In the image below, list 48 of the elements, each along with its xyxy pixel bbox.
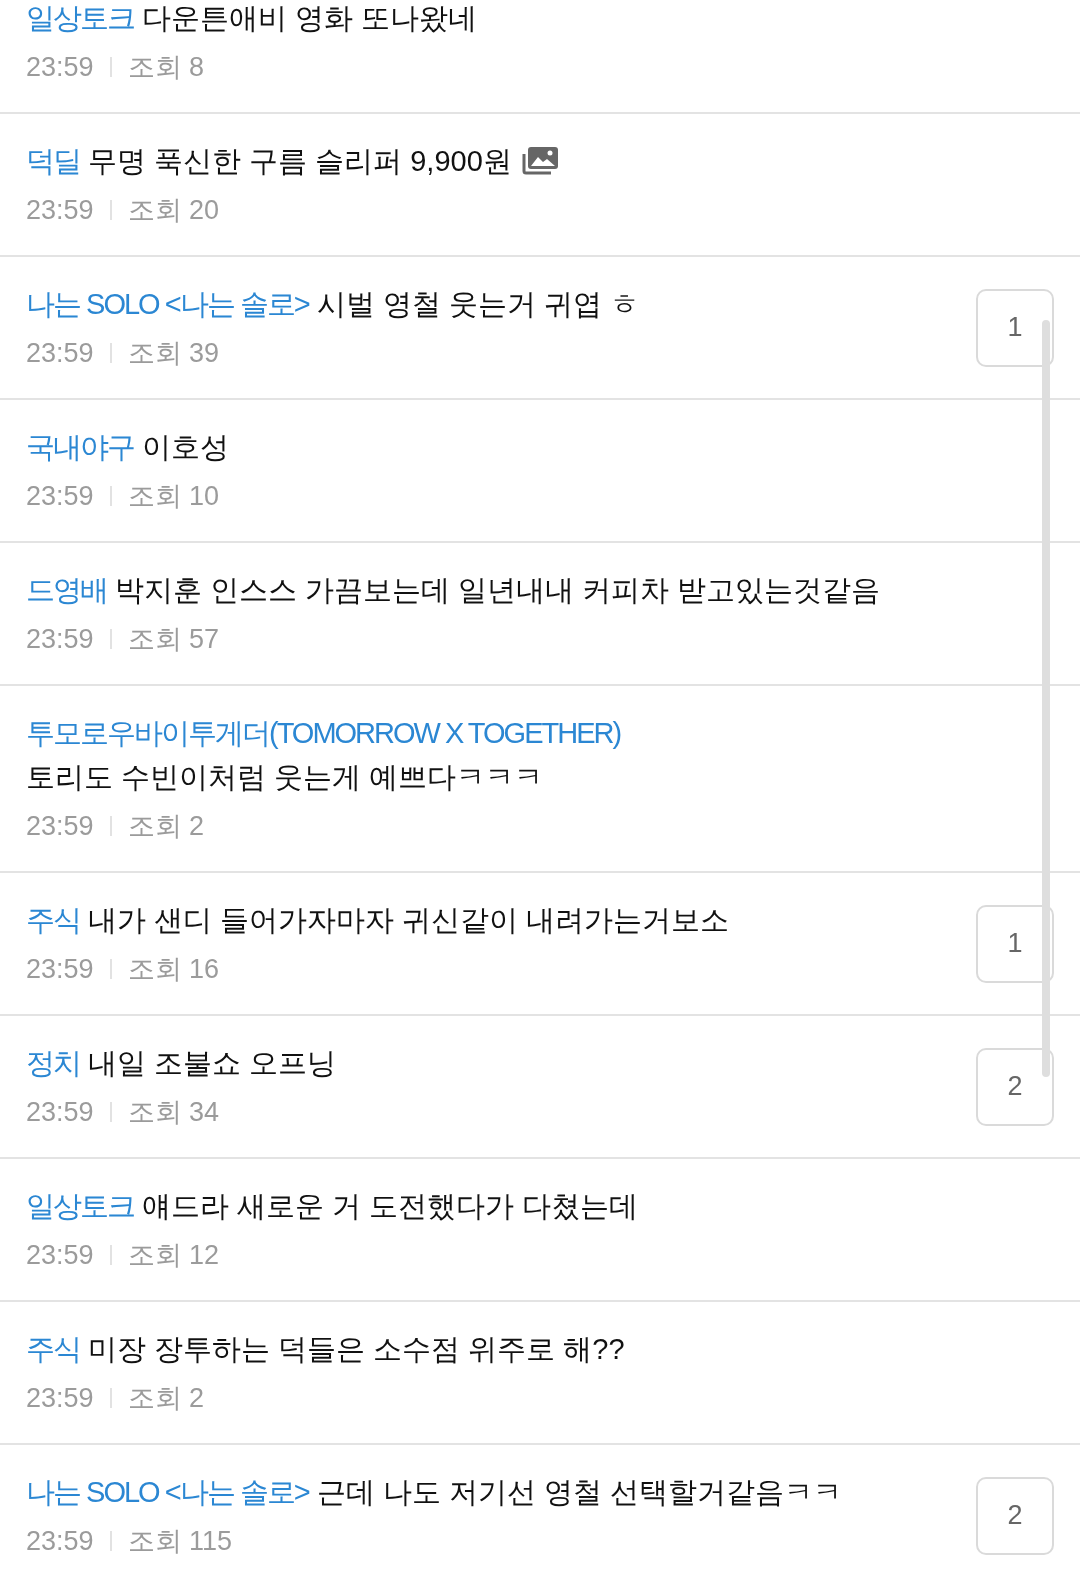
post-time: 23:59 [26,1095,94,1129]
category-label: 일상토크 [26,1,134,36]
post-title[interactable]: 근데 나도 저기선 영철 선택할거같음ㅋㅋ [316,1470,842,1514]
post-title[interactable]: 이호성 [142,425,229,469]
view-count: 조회 57 [127,622,220,656]
category-label: 주식 [26,903,80,938]
post-time: 23:59 [26,952,94,986]
post-time: 23:59 [26,50,94,84]
view-count: 조회 8 [127,50,205,84]
post-title[interactable]: 무명 푹신한 구름 슬리퍼 9,900원 [88,139,512,183]
post-title[interactable]: 미장 장투하는 덕들은 소수점 위주로 해?? [88,1327,625,1371]
post-title[interactable]: 토리도 수빈이처럼 웃는게 예쁘다ㅋㅋㅋ [26,755,544,799]
comment-count[interactable]: 2 [976,1047,1054,1126]
comment-count[interactable]: 1 [976,288,1054,367]
category-label: 드영배 [26,573,107,608]
post-title[interactable]: 내가 샌디 들어가자마자 귀신같이 내려가는거보소 [88,898,730,942]
post-title[interactable]: 시벌 영철 웃는거 귀엽 ㅎ [316,282,639,326]
post-time: 23:59 [26,336,94,370]
view-count: 조회 39 [127,336,220,370]
view-count: 조회 16 [127,952,220,986]
category-label: 주식 [26,1332,80,1367]
post-time: 23:59 [26,622,94,656]
comment-count[interactable]: 1 [976,904,1054,983]
view-count: 조회 115 [127,1524,233,1558]
comment-count[interactable]: 2 [976,1476,1054,1555]
post-time: 23:59 [26,193,94,227]
category-label: 덕딜 [26,144,80,179]
category-label: 나는 SOLO <나는 솔로> [26,1475,309,1510]
post-title[interactable]: 얘드라 새로운 거 도전했다가 다쳤는데 [142,1184,639,1228]
post-title[interactable]: 다운튼애비 영화 또나왔네 [142,0,478,40]
view-count: 조회 20 [127,193,220,227]
view-count: 조회 2 [127,809,205,843]
view-count: 조회 10 [127,479,220,513]
post-time: 23:59 [26,1238,94,1272]
view-count: 조회 12 [127,1238,220,1272]
view-count: 조회 2 [127,1381,205,1415]
post-title[interactable]: 박지훈 인스스 가끔보는데 일년내내 커피차 받고있는것같음 [115,568,881,612]
view-count: 조회 34 [127,1095,220,1129]
category-label: 일상토크 [26,1189,134,1224]
post-time: 23:59 [26,1524,94,1558]
post-time: 23:59 [26,1381,94,1415]
post-time: 23:59 [26,809,94,843]
category-label: 정치 [26,1046,80,1081]
category-label: 나는 SOLO <나는 솔로> [26,287,309,322]
post-title[interactable]: 내일 조불쇼 오프닝 [88,1041,337,1085]
category-label: 국내야구 [26,430,134,465]
category-label: 투모로우바이투게더(TOMORROW X TOGETHER) [26,716,621,751]
post-time: 23:59 [26,479,94,513]
